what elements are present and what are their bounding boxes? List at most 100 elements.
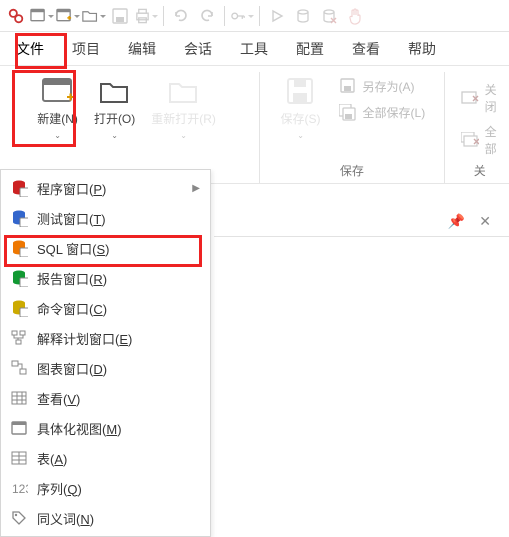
ribbon-group-save-label: 保存 [266,162,437,179]
pin-icon[interactable]: 📌 [448,213,465,230]
print-icon[interactable] [134,4,158,28]
ribbon-open-label: 打开(O) [94,110,135,127]
ribbon-new-button[interactable]: 新建(N) ⌄ [29,72,86,146]
ribbon-group-close: 关闭 全部 关 [451,72,509,183]
submenu-label: 解释计划窗口(E) [37,329,132,348]
submenu-test-window[interactable]: 测试窗口(T) [1,203,210,233]
submenu-arrow-icon: ▶ [192,183,200,194]
database-orange-icon [9,238,29,258]
redo-icon[interactable] [195,4,219,28]
ribbon-group-save: 保存(S) ⌄ 另存为(A) 全部保存(L) 保存 [266,72,437,183]
submenu-synonym[interactable]: 同义词(N) [1,503,210,533]
menu-tools[interactable]: 工具 [228,32,280,65]
submenu-label: 命令窗口(C) [37,299,107,318]
database-green-icon [9,268,29,288]
hand-icon[interactable] [343,4,367,28]
key-icon[interactable] [230,4,254,28]
folder-reopen-icon [167,76,201,106]
ribbon: 新建(N) ⌄ 打开(O) ⌄ 重新打开(R) ⌄ [0,66,509,184]
ribbon-closeall-label: 全部 [485,123,503,157]
close-window-icon [461,89,479,107]
save-as-icon [339,77,357,95]
folder-open-icon [98,76,132,106]
ribbon-close-label: 关闭 [485,81,503,115]
submenu-label: 图表窗口(D) [37,359,107,378]
ribbon-save-label: 保存(S) [281,110,321,127]
submenu-view-query[interactable]: 查看(V) [1,383,210,413]
menu-session[interactable]: 会话 [172,32,224,65]
gear-icon[interactable] [4,4,28,28]
ribbon-new-label: 新建(N) [37,110,78,127]
close-icon[interactable]: ✕ [479,213,491,230]
grid-icon [9,388,29,408]
undo-icon[interactable] [169,4,193,28]
ribbon-reopen-button[interactable]: 重新打开(R) ⌄ [143,72,224,146]
submenu-label: 查看(V) [37,389,80,408]
close-all-icon [461,131,479,149]
diagram-icon [9,358,29,378]
run-icon[interactable] [265,4,289,28]
menu-edit[interactable]: 编辑 [116,32,168,65]
svg-text:123: 123 [12,482,28,496]
ribbon-open-button[interactable]: 打开(O) ⌄ [86,72,143,146]
submenu-matview[interactable]: 具体化视图(M) [1,413,210,443]
save-icon[interactable] [108,4,132,28]
document-tab-strip: 📌 ✕ [214,207,509,237]
ribbon-separator [259,72,260,183]
ribbon-group-close-label: 关 [451,162,509,179]
database-red-icon [9,178,29,198]
submenu-label: 序列(Q) [37,479,82,498]
ribbon-saveas-label: 另存为(A) [363,78,415,95]
ribbon-saveas-button[interactable]: 另存为(A) [333,74,432,98]
ribbon-closeall-button[interactable]: 全部 [455,120,509,160]
sequence-icon: 123 [9,478,29,498]
submenu-label: 程序窗口(P) [37,179,106,198]
save-all-icon [339,103,357,121]
submenu-sql-window[interactable]: SQL 窗口(S) [1,233,210,263]
menu-help[interactable]: 帮助 [396,32,448,65]
database-yellow-icon [9,298,29,318]
new-tab-icon[interactable] [56,4,80,28]
submenu-label: 具体化视图(M) [37,419,122,438]
submenu-label: 测试窗口(T) [37,209,106,228]
submenu-sequence[interactable]: 123 序列(Q) [1,473,210,503]
tree-icon [9,328,29,348]
database-blue-icon [9,208,29,228]
separator [224,6,225,26]
menu-project[interactable]: 项目 [60,32,112,65]
submenu-diagram-window[interactable]: 图表窗口(D) [1,353,210,383]
ribbon-save-button[interactable]: 保存(S) ⌄ [273,72,329,146]
submenu-label: 同义词(N) [37,509,94,528]
table-icon [9,448,29,468]
new-window-icon[interactable] [30,4,54,28]
menu-file[interactable]: 文件 [4,32,56,65]
submenu-command-window[interactable]: 命令窗口(C) [1,293,210,323]
submenu-label: 表(A) [37,449,67,468]
submenu-report-window[interactable]: 报告窗口(R) [1,263,210,293]
chevron-down-icon: ⌄ [54,131,61,140]
tag-icon [9,508,29,528]
menu-view[interactable]: 查看 [340,32,392,65]
open-folder-icon[interactable] [82,4,106,28]
ribbon-saveall-button[interactable]: 全部保存(L) [333,100,432,124]
submenu-explain-window[interactable]: 解释计划窗口(E) [1,323,210,353]
ribbon-group-file: 新建(N) ⌄ 打开(O) ⌄ 重新打开(R) ⌄ [0,72,253,183]
save-big-icon [284,76,318,106]
database-icon[interactable] [291,4,315,28]
chevron-down-icon: ⌄ [111,131,118,140]
menubar: 文件 项目 编辑 会话 工具 配置 查看 帮助 [0,32,509,66]
menu-config[interactable]: 配置 [284,32,336,65]
ribbon-reopen-label: 重新打开(R) [151,110,216,127]
quick-access-toolbar [0,0,509,32]
database-x-icon[interactable] [317,4,341,28]
ribbon-close-button[interactable]: 关闭 [455,78,509,118]
submenu-label: SQL 窗口(S) [37,239,110,258]
new-submenu: 程序窗口(P) ▶ 测试窗口(T) SQL 窗口(S) 报告窗口(R) 命令窗口… [0,169,211,537]
submenu-program-window[interactable]: 程序窗口(P) ▶ [1,173,210,203]
separator [259,6,260,26]
window-new-icon [41,76,75,106]
window-icon [9,418,29,438]
submenu-table[interactable]: 表(A) [1,443,210,473]
chevron-down-icon: ⌄ [180,131,187,140]
separator [163,6,164,26]
